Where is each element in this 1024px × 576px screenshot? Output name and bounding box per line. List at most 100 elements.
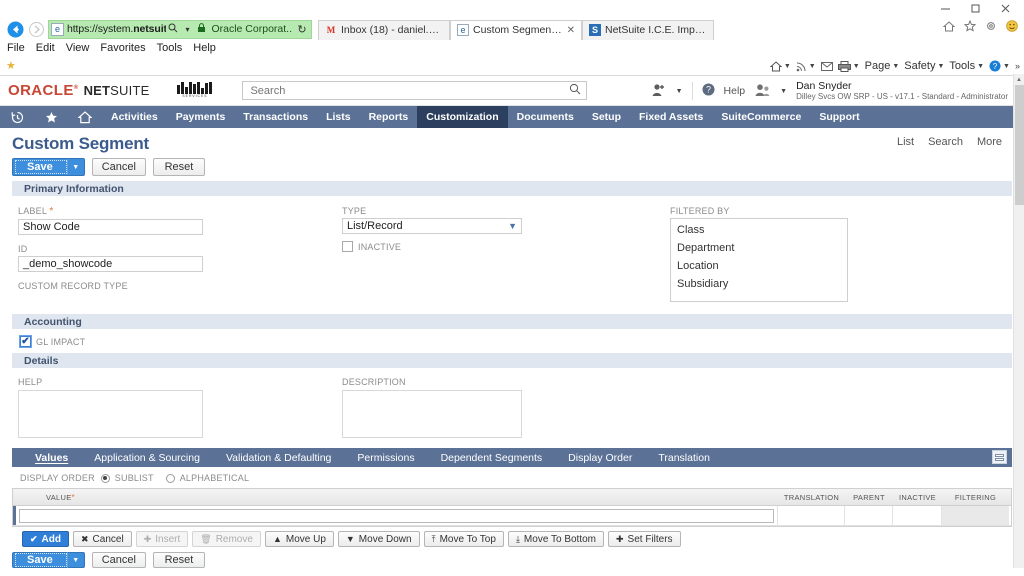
cell-translation[interactable]	[778, 506, 845, 525]
cell-filtering[interactable]	[942, 506, 1009, 525]
bottom-cancel-button[interactable]: Cancel	[92, 552, 146, 568]
filtered-by-multiselect[interactable]: Class Department Location Subsidiary	[670, 218, 848, 302]
column-header-parent[interactable]: PARENT	[845, 489, 893, 506]
chevron-down-icon[interactable]: ▼	[809, 63, 816, 70]
search-icon[interactable]	[166, 23, 180, 36]
tab-dependent-segments[interactable]: Dependent Segments	[428, 448, 556, 467]
filtered-by-option[interactable]: Location	[671, 257, 847, 275]
help-icon[interactable]: ? ▼	[989, 60, 1010, 72]
inactive-checkbox-row[interactable]: INACTIVE	[342, 241, 522, 252]
favorites-star-icon[interactable]	[964, 20, 976, 35]
gl-impact-checkbox[interactable]: ✔	[20, 336, 31, 347]
help-textarea[interactable]	[18, 390, 203, 438]
description-textarea[interactable]	[342, 390, 522, 438]
chevron-down-icon[interactable]: ▾	[180, 25, 194, 34]
close-button[interactable]	[990, 0, 1020, 17]
recent-history-icon[interactable]	[0, 106, 34, 128]
filtered-by-option[interactable]: Department	[671, 239, 847, 257]
inactive-checkbox[interactable]	[342, 241, 353, 252]
radio-sublist[interactable]	[101, 474, 110, 483]
tab-application-sourcing[interactable]: Application & Sourcing	[81, 448, 213, 467]
tab-validation-defaulting[interactable]: Validation & Defaulting	[213, 448, 344, 467]
scroll-up-icon[interactable]: ▲	[1014, 74, 1024, 85]
save-button[interactable]: Save ▼	[12, 158, 85, 176]
nav-item-setup[interactable]: Setup	[583, 106, 630, 128]
minimize-button[interactable]	[930, 0, 960, 17]
home-icon[interactable]	[943, 21, 955, 35]
back-icon[interactable]	[4, 19, 26, 39]
nav-item-activities[interactable]: Activities	[102, 106, 167, 128]
tab-values[interactable]: Values	[22, 448, 81, 467]
help-label[interactable]: Help	[724, 85, 746, 97]
cell-parent[interactable]	[845, 506, 893, 525]
tab-close-icon[interactable]: ✕	[567, 25, 575, 36]
tab-display-order[interactable]: Display Order	[555, 448, 645, 467]
menu-view[interactable]: View	[66, 42, 90, 54]
bottom-save-dropdown-icon[interactable]: ▼	[67, 552, 84, 568]
label-input[interactable]: Show Code	[18, 219, 203, 235]
refresh-icon[interactable]: ↻	[295, 23, 309, 36]
chevron-down-icon[interactable]: ▼	[784, 63, 791, 70]
maximize-button[interactable]	[960, 0, 990, 17]
link-list[interactable]: List	[897, 136, 914, 148]
value-input[interactable]	[19, 509, 774, 523]
search-icon[interactable]	[569, 83, 581, 98]
link-more[interactable]: More	[977, 136, 1002, 148]
column-header-inactive[interactable]: INACTIVE	[893, 489, 942, 506]
grid-view-icon[interactable]	[992, 450, 1007, 464]
radio-alphabetical[interactable]	[166, 474, 175, 483]
menu-file[interactable]: File	[7, 42, 25, 54]
nav-item-support[interactable]: Support	[810, 106, 868, 128]
global-search[interactable]	[242, 81, 587, 100]
forward-icon[interactable]	[26, 19, 46, 39]
tab-translation[interactable]: Translation	[645, 448, 723, 467]
nav-item-lists[interactable]: Lists	[317, 106, 360, 128]
move-to-bottom-button[interactable]: ⤓Move To Bottom	[508, 531, 604, 547]
page-menu[interactable]: Page ▼	[865, 60, 900, 72]
nav-item-fixed-assets[interactable]: Fixed Assets	[630, 106, 712, 128]
display-order-option-alphabetical[interactable]: ALPHABETICAL	[166, 473, 249, 483]
nav-item-transactions[interactable]: Transactions	[234, 106, 317, 128]
command-bar-overflow[interactable]: »	[1015, 61, 1020, 71]
home-icon[interactable]	[68, 106, 102, 128]
tab-permissions[interactable]: Permissions	[344, 448, 427, 467]
move-to-top-button[interactable]: ⤒Move To Top	[424, 531, 504, 547]
nav-item-suitecommerce[interactable]: SuiteCommerce	[712, 106, 810, 128]
tools-menu[interactable]: Tools ▼	[949, 60, 984, 72]
menu-edit[interactable]: Edit	[36, 42, 55, 54]
chevron-down-icon[interactable]: ▼	[1003, 63, 1010, 70]
help-circle-icon[interactable]: ?	[702, 83, 715, 99]
favorites-star-icon[interactable]: ★	[6, 59, 16, 72]
home-icon[interactable]: ▼	[770, 61, 791, 72]
scrollbar-thumb[interactable]	[1015, 85, 1024, 205]
user-avatar-icon[interactable]	[754, 83, 771, 100]
mail-icon[interactable]	[821, 62, 833, 71]
page-scrollbar[interactable]: ▲	[1013, 74, 1024, 568]
id-input[interactable]: _demo_showcode	[18, 256, 203, 272]
nav-item-customization[interactable]: Customization	[417, 106, 507, 128]
print-icon[interactable]: ▼	[838, 61, 860, 72]
column-header-filtering[interactable]: FILTERING	[942, 489, 1009, 506]
cell-inactive[interactable]	[893, 506, 942, 525]
address-bar[interactable]: e https://system.netsuite.com/app/commc …	[48, 20, 312, 39]
type-select[interactable]: List/Record ▼	[342, 218, 522, 234]
user-info[interactable]: Dan Snyder Dilley Svcs OW SRP - US - v17…	[796, 80, 1008, 101]
cell-value[interactable]	[16, 506, 778, 525]
filtered-by-option[interactable]: Subsidiary	[671, 275, 847, 293]
browser-tab-active[interactable]: e Custom Segment - NetSuite... ✕	[450, 20, 582, 40]
nav-item-reports[interactable]: Reports	[360, 106, 418, 128]
move-down-button[interactable]: ▼Move Down	[338, 531, 420, 547]
link-search[interactable]: Search	[928, 136, 963, 148]
rss-icon[interactable]: ▼	[796, 61, 816, 72]
chevron-down-icon[interactable]: ▼	[853, 63, 860, 70]
cancel-row-button[interactable]: ✖Cancel	[73, 531, 132, 547]
browser-tab[interactable]: M Inbox (18) - daniel.snyder08@..	[318, 20, 450, 40]
add-button[interactable]: ✔Add	[22, 531, 69, 547]
favorites-star-icon[interactable]	[34, 106, 68, 128]
nav-item-payments[interactable]: Payments	[167, 106, 235, 128]
gl-impact-checkbox-row[interactable]: ✔ GL IMPACT	[20, 336, 1012, 347]
menu-favorites[interactable]: Favorites	[100, 42, 145, 54]
column-header-value[interactable]: VALUE*	[13, 489, 778, 506]
table-row[interactable]	[13, 506, 1011, 526]
nav-item-documents[interactable]: Documents	[508, 106, 583, 128]
